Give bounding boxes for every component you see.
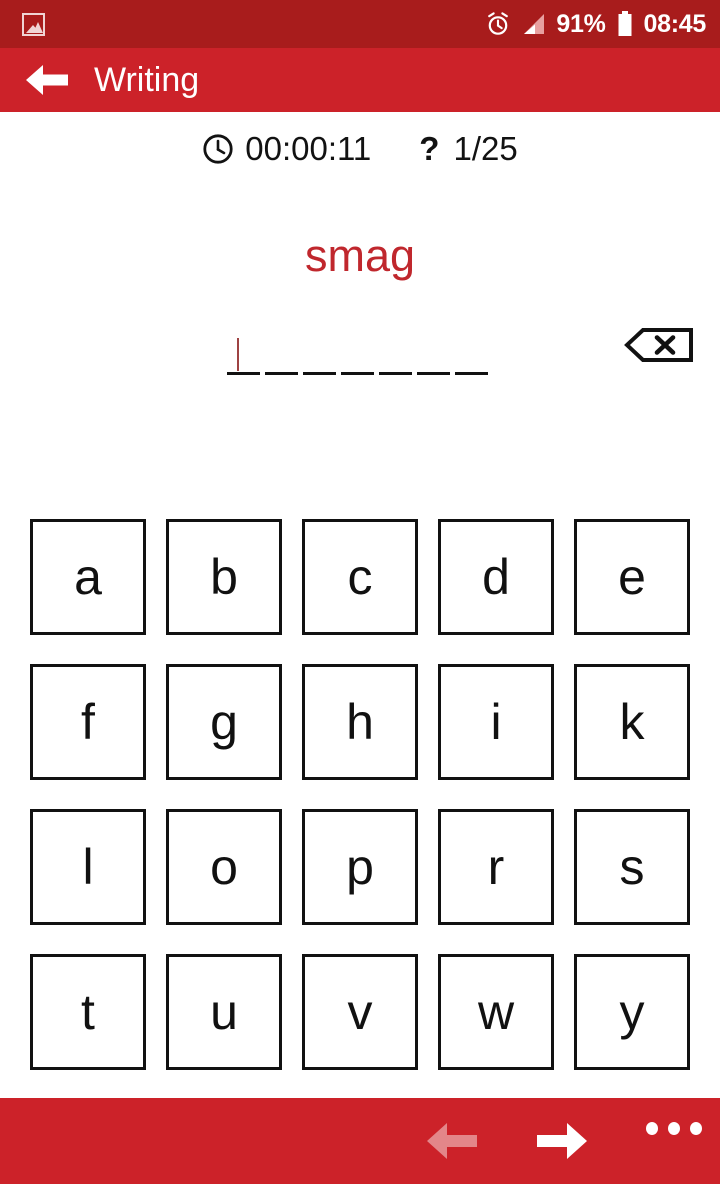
letter-key-a[interactable]: a <box>30 519 146 635</box>
backspace-button[interactable] <box>623 325 695 365</box>
letter-key-u[interactable]: u <box>166 954 282 1070</box>
backspace-icon <box>624 328 693 362</box>
answer-slot-underline <box>341 372 374 375</box>
answer-slot-underline <box>265 372 298 375</box>
answer-slot-underline <box>455 372 488 375</box>
previous-button[interactable] <box>424 1118 480 1164</box>
elapsed-time-label: 00:00:11 <box>245 130 372 167</box>
letter-key-c[interactable]: c <box>302 519 418 635</box>
letter-key-e[interactable]: e <box>574 519 690 635</box>
answer-slot[interactable] <box>455 337 488 375</box>
clock-icon <box>203 134 233 164</box>
arrow-right-icon <box>537 1123 587 1159</box>
letter-key-b[interactable]: b <box>166 519 282 635</box>
question-mark-icon: ? <box>419 130 440 167</box>
answer-area <box>0 317 720 387</box>
battery-icon <box>618 11 632 36</box>
answer-slot[interactable] <box>417 337 450 375</box>
bottom-navigation-bar <box>0 1098 720 1184</box>
letter-key-g[interactable]: g <box>166 664 282 780</box>
battery-percent-label: 91% <box>556 9 606 38</box>
letter-key-s[interactable]: s <box>574 809 690 925</box>
answer-slot[interactable] <box>265 337 298 375</box>
letter-row: t u v w y <box>30 954 690 1070</box>
letter-key-p[interactable]: p <box>302 809 418 925</box>
text-caret <box>237 338 239 371</box>
letter-key-i[interactable]: i <box>438 664 554 780</box>
overflow-dot <box>690 1121 702 1135</box>
progress-group: ? 1/25 <box>419 130 517 168</box>
timer-group: 00:00:11 <box>202 130 371 168</box>
next-button[interactable] <box>534 1118 590 1164</box>
prompt-word: smag <box>304 230 416 281</box>
answer-slot-underline <box>417 372 450 375</box>
overflow-menu-button[interactable] <box>646 1106 702 1150</box>
status-bar-left <box>22 12 45 36</box>
letter-key-o[interactable]: o <box>166 809 282 925</box>
letter-key-y[interactable]: y <box>574 954 690 1070</box>
letter-row: a b c d e <box>30 519 690 635</box>
signal-icon <box>524 13 545 34</box>
arrow-left-icon <box>427 1123 477 1159</box>
answer-slots[interactable] <box>227 337 488 375</box>
alarm-icon <box>488 12 509 35</box>
answer-slot[interactable] <box>341 337 374 375</box>
letter-keyboard: a b c d e f g h i k l o p r s t u v w y <box>30 519 690 1070</box>
overflow-dot <box>646 1121 658 1135</box>
letter-row: l o p r s <box>30 809 690 925</box>
letter-key-r[interactable]: r <box>438 809 554 925</box>
photo-icon <box>22 12 45 36</box>
answer-slot[interactable] <box>227 337 260 375</box>
page-title: Writing <box>94 60 200 99</box>
letter-key-h[interactable]: h <box>302 664 418 780</box>
answer-slot[interactable] <box>379 337 412 375</box>
progress-label: 1/25 <box>453 130 518 167</box>
letter-row: f g h i k <box>30 664 690 780</box>
app-bar: Writing <box>0 48 720 112</box>
answer-slot-underline <box>379 372 412 375</box>
letter-key-k[interactable]: k <box>574 664 690 780</box>
answer-slot-underline <box>303 372 336 375</box>
status-bar-clock: 08:45 <box>643 9 707 38</box>
status-bar-right: 91% 08:45 <box>485 10 706 39</box>
status-bar: 91% 08:45 <box>0 0 720 48</box>
exercise-content: 00:00:11 ? 1/25 smag a b c d e f g h i k… <box>0 112 720 1098</box>
letter-key-l[interactable]: l <box>30 809 146 925</box>
letter-key-f[interactable]: f <box>30 664 146 780</box>
overflow-dot <box>668 1121 680 1135</box>
back-arrow-icon[interactable] <box>26 63 70 97</box>
letter-key-v[interactable]: v <box>302 954 418 1070</box>
letter-key-t[interactable]: t <box>30 954 146 1070</box>
exercise-info-row: 00:00:11 ? 1/25 <box>0 130 720 168</box>
letter-key-w[interactable]: w <box>438 954 554 1070</box>
answer-slot[interactable] <box>303 337 336 375</box>
letter-key-d[interactable]: d <box>438 519 554 635</box>
answer-slot-underline <box>227 372 260 375</box>
